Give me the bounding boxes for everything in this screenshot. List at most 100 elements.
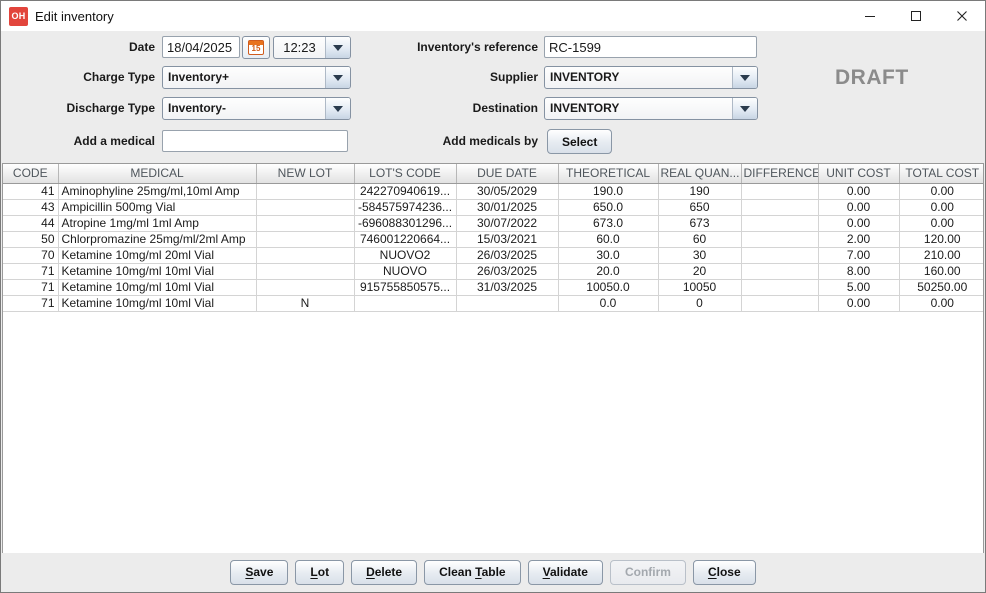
save-button[interactable]: Save [230, 560, 288, 585]
discharge-type-combobox[interactable]: Inventory- [162, 97, 351, 120]
confirm-button[interactable]: Confirm [610, 560, 686, 585]
supplier-dropdown-arrow[interactable] [732, 67, 757, 88]
table-cell[interactable]: 50 [3, 231, 58, 247]
table-cell[interactable]: 20 [658, 263, 741, 279]
table-cell[interactable]: 30/05/2029 [456, 183, 558, 199]
table-row[interactable]: 71Ketamine 10mg/ml 10ml VialN0.000.000.0… [3, 295, 984, 311]
validate-button[interactable]: Validate [528, 560, 603, 585]
table-cell[interactable] [256, 263, 354, 279]
table-cell[interactable]: 15/03/2021 [456, 231, 558, 247]
table-cell[interactable]: 0.00 [899, 183, 984, 199]
table-cell[interactable]: 190.0 [558, 183, 658, 199]
charge-type-combobox[interactable]: Inventory+ [162, 66, 351, 89]
table-cell[interactable]: 71 [3, 279, 58, 295]
table-cell[interactable]: Aminophyline 25mg/ml,10ml Amp [58, 183, 256, 199]
table-cell[interactable] [456, 295, 558, 311]
table-cell[interactable]: N [256, 295, 354, 311]
table-cell[interactable] [256, 231, 354, 247]
table-cell[interactable]: 26/03/2025 [456, 247, 558, 263]
minimize-button[interactable] [847, 1, 893, 31]
column-header[interactable]: MEDICAL [58, 164, 256, 183]
table-cell[interactable]: 50250.00 [899, 279, 984, 295]
calendar-button[interactable]: 15 [242, 36, 270, 59]
table-cell[interactable]: Ketamine 10mg/ml 10ml Vial [58, 295, 256, 311]
supplier-combobox[interactable]: INVENTORY [544, 66, 758, 89]
table-cell[interactable]: 0.0 [558, 295, 658, 311]
table-cell[interactable]: Ketamine 10mg/ml 10ml Vial [58, 263, 256, 279]
table-cell[interactable]: 60.0 [558, 231, 658, 247]
table-cell[interactable] [741, 199, 818, 215]
table-cell[interactable] [256, 279, 354, 295]
table-cell[interactable]: -584575974236... [354, 199, 456, 215]
table-row[interactable]: 43Ampicillin 500mg Vial -584575974236...3… [3, 199, 984, 215]
table-cell[interactable] [741, 215, 818, 231]
table-cell[interactable]: 746001220664... [354, 231, 456, 247]
table-cell[interactable]: 30/01/2025 [456, 199, 558, 215]
table-cell[interactable]: 43 [3, 199, 58, 215]
table-cell[interactable]: 0.00 [818, 215, 899, 231]
table-cell[interactable]: NUOVO2 [354, 247, 456, 263]
add-medical-input[interactable] [162, 130, 348, 152]
table-cell[interactable]: 41 [3, 183, 58, 199]
table-cell[interactable]: 10050.0 [558, 279, 658, 295]
close-button[interactable]: Close [693, 560, 756, 585]
table-row[interactable]: 71Ketamine 10mg/ml 10ml VialNUOVO26/03/2… [3, 263, 984, 279]
lot-button[interactable]: Lot [295, 560, 344, 585]
reference-input[interactable] [544, 36, 757, 58]
time-combobox[interactable]: 12:23 [273, 36, 351, 59]
table-cell[interactable]: Chlorpromazine 25mg/ml/2ml Amp [58, 231, 256, 247]
table-cell[interactable] [741, 183, 818, 199]
column-header[interactable]: TOTAL COST [899, 164, 984, 183]
column-header[interactable]: UNIT COST [818, 164, 899, 183]
table-cell[interactable]: Ampicillin 500mg Vial [58, 199, 256, 215]
column-header[interactable]: LOT'S CODE [354, 164, 456, 183]
table-cell[interactable]: Ketamine 10mg/ml 20ml Vial [58, 247, 256, 263]
delete-button[interactable]: Delete [351, 560, 417, 585]
column-header[interactable]: DUE DATE [456, 164, 558, 183]
discharge-type-dropdown-arrow[interactable] [325, 98, 350, 119]
column-header[interactable]: CODE [3, 164, 58, 183]
table-cell[interactable]: 31/03/2025 [456, 279, 558, 295]
table-cell[interactable]: 0 [658, 295, 741, 311]
table-row[interactable]: 71Ketamine 10mg/ml 10ml Vial915755850575… [3, 279, 984, 295]
table-cell[interactable]: 650.0 [558, 199, 658, 215]
table-cell[interactable]: 44 [3, 215, 58, 231]
table-row[interactable]: 70Ketamine 10mg/ml 20ml Vial NUOVO226/03/… [3, 247, 984, 263]
table-cell[interactable]: 30.0 [558, 247, 658, 263]
time-dropdown-arrow[interactable] [325, 37, 350, 58]
close-button-titlebar[interactable] [939, 1, 985, 31]
table-cell[interactable] [741, 295, 818, 311]
select-button[interactable]: Select [547, 129, 612, 154]
table-cell[interactable] [741, 263, 818, 279]
table-cell[interactable]: 71 [3, 263, 58, 279]
table-cell[interactable]: 20.0 [558, 263, 658, 279]
table-cell[interactable]: Atropine 1mg/ml 1ml Amp [58, 215, 256, 231]
table-row[interactable]: 41Aminophyline 25mg/ml,10ml Amp242270940… [3, 183, 984, 199]
destination-combobox[interactable]: INVENTORY [544, 97, 758, 120]
table-cell[interactable]: -696088301296... [354, 215, 456, 231]
table-cell[interactable] [741, 247, 818, 263]
table-cell[interactable]: 71 [3, 295, 58, 311]
table-cell[interactable]: 70 [3, 247, 58, 263]
maximize-button[interactable] [893, 1, 939, 31]
column-header[interactable]: NEW LOT [256, 164, 354, 183]
date-input[interactable] [162, 36, 240, 58]
table-cell[interactable] [256, 183, 354, 199]
table-row[interactable]: 44Atropine 1mg/ml 1ml Amp -696088301296..… [3, 215, 984, 231]
table-cell[interactable] [741, 279, 818, 295]
charge-type-dropdown-arrow[interactable] [325, 67, 350, 88]
table-cell[interactable] [256, 199, 354, 215]
column-header[interactable]: THEORETICAL [558, 164, 658, 183]
table-cell[interactable]: 5.00 [818, 279, 899, 295]
table-cell[interactable]: 915755850575... [354, 279, 456, 295]
table-cell[interactable]: 0.00 [818, 295, 899, 311]
table-cell[interactable]: 30/07/2022 [456, 215, 558, 231]
destination-dropdown-arrow[interactable] [732, 98, 757, 119]
table-cell[interactable]: 160.00 [899, 263, 984, 279]
table-cell[interactable]: 0.00 [899, 199, 984, 215]
table-cell[interactable]: 60 [658, 231, 741, 247]
table-cell[interactable]: 0.00 [818, 183, 899, 199]
table-cell[interactable]: 10050 [658, 279, 741, 295]
table-cell[interactable]: 210.00 [899, 247, 984, 263]
column-header[interactable]: DIFFERENCE [741, 164, 818, 183]
